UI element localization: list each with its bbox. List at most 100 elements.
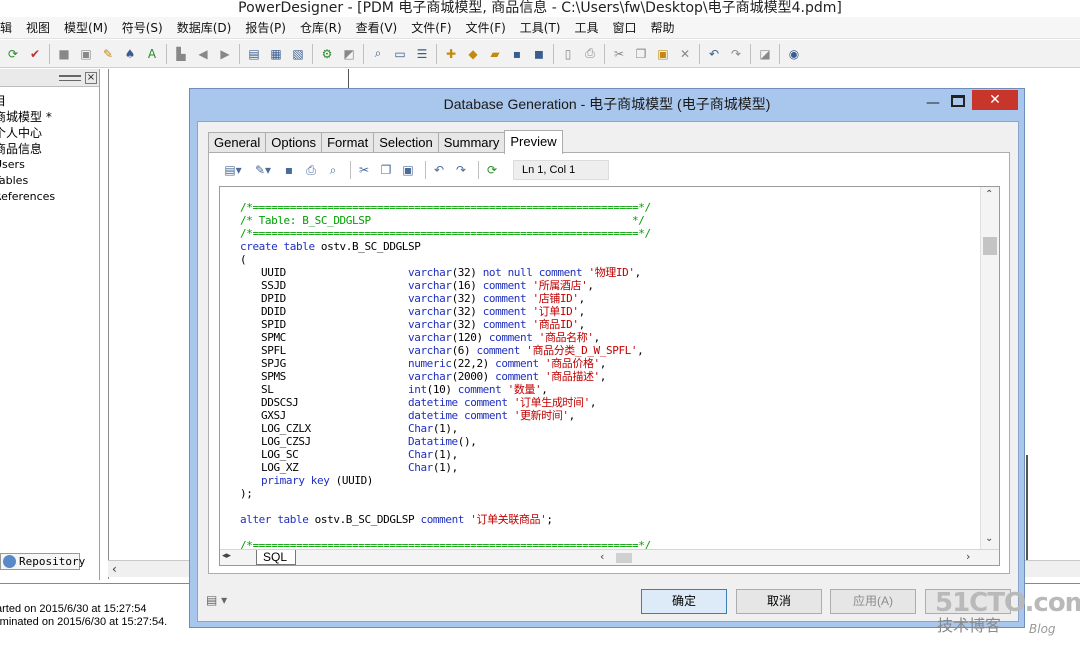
tree-item[interactable]: 商城模型 * bbox=[0, 109, 99, 125]
scroll-left-icon[interactable]: ‹ bbox=[600, 550, 604, 563]
script-menu-icon[interactable]: ▤ ▾ bbox=[206, 593, 227, 607]
minimize-button[interactable]: — bbox=[923, 95, 943, 111]
menu-edit[interactable]: 编辑 bbox=[0, 19, 12, 36]
ok-button[interactable]: 确定 bbox=[641, 589, 727, 614]
package-icon[interactable]: ▦ bbox=[267, 45, 285, 63]
sql-code[interactable]: /*======================================… bbox=[240, 201, 980, 549]
menu-file-2[interactable]: 文件(F) bbox=[466, 19, 506, 36]
menu-file-1[interactable]: 文件(F) bbox=[411, 19, 451, 36]
layout-icon[interactable]: ▣ bbox=[77, 45, 95, 63]
tab-selection[interactable]: Selection bbox=[373, 132, 439, 153]
delete-icon[interactable]: ✕ bbox=[676, 45, 694, 63]
tab-format[interactable]: Format bbox=[321, 132, 375, 153]
symbol-icon[interactable]: ▤ bbox=[245, 45, 263, 63]
scroll-thumb[interactable] bbox=[983, 237, 997, 255]
copy-icon[interactable]: ❐ bbox=[377, 161, 395, 179]
list-icon[interactable]: ☰ bbox=[413, 45, 431, 63]
zoom-icon[interactable]: ⌕ bbox=[369, 45, 387, 63]
pin-icon[interactable] bbox=[59, 74, 81, 81]
tree-item[interactable]: 目 bbox=[0, 93, 99, 109]
print-preview-icon[interactable]: ▯ bbox=[559, 45, 577, 63]
page-icon[interactable]: ▭ bbox=[391, 45, 409, 63]
tree-item[interactable]: Tables bbox=[0, 173, 99, 189]
tab-preview[interactable]: Preview bbox=[504, 130, 563, 154]
new-icon[interactable]: ✚ bbox=[442, 45, 460, 63]
menu-report[interactable]: 报告(P) bbox=[245, 19, 286, 36]
save-all-icon[interactable]: ◼ bbox=[530, 45, 548, 63]
menu-help[interactable]: 帮助 bbox=[651, 19, 675, 36]
column-terminator: , bbox=[451, 422, 459, 435]
editor-menu-icon[interactable]: ▤▾ bbox=[220, 161, 246, 179]
close-icon[interactable]: × bbox=[85, 71, 97, 84]
tab-options[interactable]: Options bbox=[265, 132, 323, 153]
generate-icon[interactable]: ⚙ bbox=[318, 45, 336, 63]
undo-icon[interactable]: ↶ bbox=[430, 161, 448, 179]
copy-icon[interactable]: ❐ bbox=[632, 45, 650, 63]
diagram-icon[interactable]: ▧ bbox=[289, 45, 307, 63]
maximize-button[interactable] bbox=[951, 95, 965, 107]
refresh-icon[interactable]: ⟳ bbox=[483, 161, 501, 179]
cut-icon[interactable]: ✂ bbox=[610, 45, 628, 63]
check-model-icon[interactable]: ✔ bbox=[26, 45, 44, 63]
globe-icon[interactable]: ◉ bbox=[785, 45, 803, 63]
tab-nav-icon[interactable]: ◂▸ bbox=[222, 551, 231, 561]
undo-icon[interactable]: ↶ bbox=[705, 45, 723, 63]
column-modifier: comment bbox=[488, 331, 533, 344]
scroll-up-icon[interactable]: ⌃ bbox=[985, 189, 993, 200]
save-icon[interactable]: ▪ bbox=[508, 45, 526, 63]
align-icon[interactable]: ▙ bbox=[172, 45, 190, 63]
scroll-left-icon[interactable]: ‹ bbox=[112, 562, 117, 576]
paste-icon[interactable]: ▣ bbox=[399, 161, 417, 179]
forward-icon[interactable]: ▶ bbox=[216, 45, 234, 63]
menu-window[interactable]: 窗口 bbox=[613, 19, 637, 36]
refresh-icon[interactable]: ⟳ bbox=[4, 45, 22, 63]
redo-icon[interactable]: ↷ bbox=[452, 161, 470, 179]
menu-tools-2[interactable]: 工具 bbox=[575, 19, 599, 36]
find-icon[interactable]: ⌕ bbox=[324, 161, 342, 179]
code-line: SPID varchar(32) comment '商品ID', bbox=[240, 318, 980, 331]
paste-icon[interactable]: ▣ bbox=[654, 45, 672, 63]
tree-item[interactable]: References bbox=[0, 189, 99, 205]
close-button[interactable]: ✕ bbox=[972, 90, 1018, 110]
menu-bar: 编辑 视图 模型(M) 符号(S) 数据库(D) 报告(P) 仓库(R) 查看(… bbox=[0, 17, 1080, 39]
brush-icon[interactable]: ♠ bbox=[121, 45, 139, 63]
scroll-right-icon[interactable]: › bbox=[966, 550, 970, 563]
open-model-icon[interactable]: ◆ bbox=[464, 45, 482, 63]
column-terminator: , bbox=[634, 266, 642, 279]
h-scroll-thumb[interactable] bbox=[616, 553, 632, 563]
browser-panel-header: × bbox=[0, 69, 99, 87]
menu-check[interactable]: 查看(V) bbox=[356, 19, 398, 36]
print-icon[interactable]: ⎙ bbox=[581, 45, 599, 63]
properties-icon[interactable]: ◪ bbox=[756, 45, 774, 63]
pencil-icon[interactable]: ✎ bbox=[99, 45, 117, 63]
menu-model[interactable]: 模型(M) bbox=[64, 19, 108, 36]
back-icon[interactable]: ◀ bbox=[194, 45, 212, 63]
open-folder-icon[interactable]: ▰ bbox=[486, 45, 504, 63]
sql-sheet-tab[interactable]: SQL bbox=[256, 550, 296, 565]
menu-symbol[interactable]: 符号(S) bbox=[122, 19, 163, 36]
sql-preview-editor[interactable]: /*======================================… bbox=[219, 186, 1000, 566]
tab-general[interactable]: General bbox=[208, 132, 267, 153]
print-icon[interactable]: ⎙ bbox=[302, 161, 320, 179]
scroll-down-icon[interactable]: ⌄ bbox=[985, 533, 993, 544]
editor-vertical-scrollbar[interactable]: ⌃ ⌄ bbox=[980, 187, 999, 549]
cut-icon[interactable]: ✂ bbox=[355, 161, 373, 179]
fit-icon[interactable]: ◩ bbox=[340, 45, 358, 63]
tree-item[interactable]: 商品信息 bbox=[0, 141, 99, 157]
menu-database[interactable]: 数据库(D) bbox=[177, 19, 232, 36]
tree-item[interactable]: Users bbox=[0, 157, 99, 173]
repository-tab[interactable]: Repository bbox=[0, 553, 85, 570]
column-type: Datatime bbox=[408, 435, 458, 448]
menu-repository[interactable]: 仓库(R) bbox=[300, 19, 342, 36]
redo-icon[interactable]: ↷ bbox=[727, 45, 745, 63]
cancel-button[interactable]: 取消 bbox=[736, 589, 822, 614]
menu-view[interactable]: 视图 bbox=[26, 19, 50, 36]
tree-item[interactable]: 个人中心 bbox=[0, 125, 99, 141]
apply-button[interactable]: 应用(A) bbox=[830, 589, 916, 614]
save-icon[interactable]: ▪ bbox=[280, 161, 298, 179]
tab-summary[interactable]: Summary bbox=[437, 132, 506, 153]
menu-tools-1[interactable]: 工具(T) bbox=[520, 19, 561, 36]
text-color-icon[interactable]: A bbox=[143, 45, 161, 63]
box-icon[interactable]: ■ bbox=[55, 45, 73, 63]
edit-with-icon[interactable]: ✎▾ bbox=[250, 161, 276, 179]
